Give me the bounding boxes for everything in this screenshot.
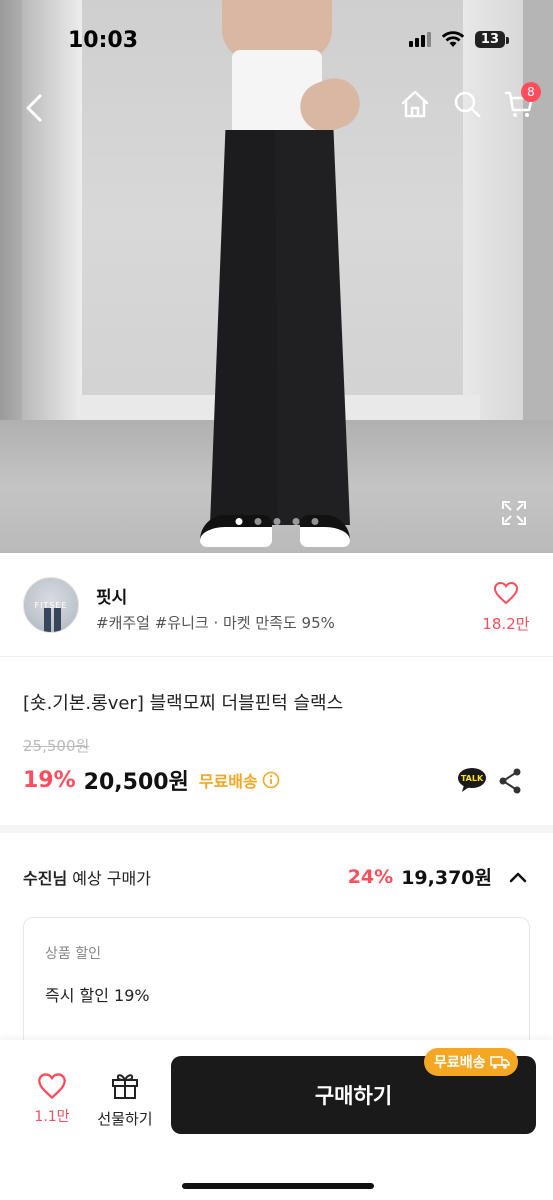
sale-price: 20,500원 (83, 770, 189, 795)
pagination-dot[interactable] (311, 518, 318, 525)
expected-price-values: 24% 19,370원 (348, 863, 530, 890)
cart-button[interactable]: 8 (503, 82, 541, 120)
share-icon[interactable] (497, 767, 523, 795)
free-shipping-pill-label: 무료배송 (434, 1055, 486, 1071)
store-avatar-logo: FITSEE (34, 601, 68, 610)
original-price: 25,500원 (23, 737, 90, 755)
instant-discount-item: 즉시 할인 19% (45, 986, 150, 1005)
pagination-dot[interactable] (273, 518, 280, 525)
expected-price-row[interactable]: 수진님 예상 구매가 24% 19,370원 (0, 841, 553, 911)
home-icon[interactable] (399, 88, 431, 120)
store-tags: #캐주얼 #유니크 · 마켓 만족도 95% (96, 614, 335, 632)
like-button[interactable]: 1.1만 (28, 1072, 76, 1126)
gift-button[interactable]: 선물하기 (92, 1070, 158, 1129)
top-nav-icons: 8 (399, 82, 541, 120)
discount-heading: 상품 할인 (45, 946, 101, 962)
gift-label: 선물하기 (97, 1110, 153, 1128)
search-icon[interactable] (451, 88, 483, 120)
status-time: 10:03 (68, 28, 139, 53)
discount-rate: 19% (23, 767, 76, 793)
battery-icon: 13 (474, 30, 510, 48)
product-title: [숏.기본.롱ver] 블랙모찌 더블핀턱 슬랙스 (23, 693, 344, 714)
like-count: 1.1만 (34, 1109, 70, 1125)
product-image[interactable]: 10:03 13 8 (0, 0, 553, 553)
pagination-dot[interactable] (254, 518, 261, 525)
image-wall-shadow (523, 0, 553, 450)
expected-discount-rate: 24% (347, 865, 394, 888)
status-indicators: 13 (408, 30, 510, 48)
heart-outline-icon (38, 1073, 66, 1100)
avatar-graphic (54, 608, 61, 632)
truck-icon (489, 1056, 510, 1069)
free-shipping-label: 무료배송 (198, 772, 258, 791)
heart-outline-icon (493, 581, 519, 605)
talk-label: TALK (461, 774, 484, 783)
store-avatar[interactable]: FITSEE (23, 577, 79, 633)
store-like-count: 18.2만 (482, 615, 530, 633)
back-arrow-icon[interactable] (18, 88, 54, 128)
image-model-pants-right (275, 130, 350, 525)
chevron-up-icon[interactable] (506, 865, 530, 889)
free-shipping-pill: 무료배송 (424, 1048, 518, 1076)
cart-count-badge: 8 (521, 82, 541, 102)
user-name: 수진님 (23, 869, 68, 888)
image-pagination (235, 518, 318, 525)
pagination-dot[interactable] (292, 518, 299, 525)
avatar-graphic (44, 608, 51, 632)
expand-icon[interactable] (501, 500, 527, 526)
image-model-pants-left (210, 130, 280, 525)
gift-icon (112, 1074, 138, 1099)
store-name[interactable]: 핏시 (96, 583, 127, 608)
store-like-button[interactable]: 18.2만 (482, 581, 530, 634)
expected-price-text: 예상 구매가 (67, 869, 151, 888)
kakaotalk-icon[interactable]: TALK (457, 767, 487, 793)
info-icon[interactable] (262, 771, 280, 789)
pagination-dot[interactable] (235, 518, 242, 525)
expected-price-label: 수진님 예상 구매가 (23, 865, 151, 889)
expected-price: 19,370원 (401, 867, 492, 889)
home-indicator (182, 1183, 374, 1189)
cellular-signal-icon (408, 31, 431, 47)
wifi-icon (441, 31, 465, 47)
store-section[interactable]: FITSEE 핏시 #캐주얼 #유니크 · 마켓 만족도 95% 18.2만 (0, 553, 553, 657)
product-info: [숏.기본.롱ver] 블랙모찌 더블핀턱 슬랙스 25,500원 19% 20… (0, 657, 553, 833)
bottom-action-bar: 1.1만 선물하기 구매하기 무료배송 (0, 1040, 553, 1200)
image-wall-edge (22, 0, 82, 440)
price-row: 19% 20,500원 무료배송 (23, 764, 280, 796)
